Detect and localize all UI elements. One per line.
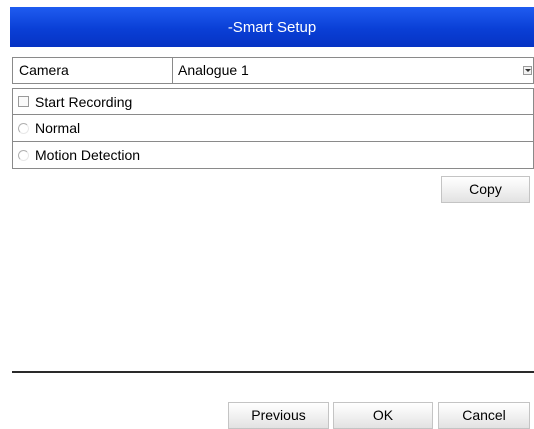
copy-button[interactable]: Copy <box>441 176 530 203</box>
start-recording-checkbox[interactable] <box>18 96 29 107</box>
start-recording-label: Start Recording <box>35 93 133 110</box>
camera-select-value: Analogue 1 <box>178 62 249 78</box>
dialog-title-bar: -Smart Setup <box>10 7 534 47</box>
ok-button[interactable]: OK <box>333 402 433 429</box>
camera-row: Camera Analogue 1 <box>12 57 534 84</box>
normal-row[interactable]: Normal <box>12 115 534 142</box>
camera-select[interactable]: Analogue 1 <box>173 58 533 83</box>
normal-label: Normal <box>35 120 81 136</box>
motion-detection-label: Motion Detection <box>35 147 141 163</box>
motion-detection-row[interactable]: Motion Detection <box>12 142 534 169</box>
cancel-button[interactable]: Cancel <box>438 402 530 429</box>
divider <box>12 371 534 373</box>
start-recording-row[interactable]: Start Recording <box>12 88 534 115</box>
normal-radio[interactable] <box>18 122 29 134</box>
motion-detection-radio[interactable] <box>18 149 29 161</box>
previous-button[interactable]: Previous <box>228 402 329 429</box>
dialog-title: -Smart Setup <box>227 18 317 36</box>
camera-label: Camera <box>13 58 173 83</box>
chevron-down-icon[interactable] <box>523 66 532 75</box>
